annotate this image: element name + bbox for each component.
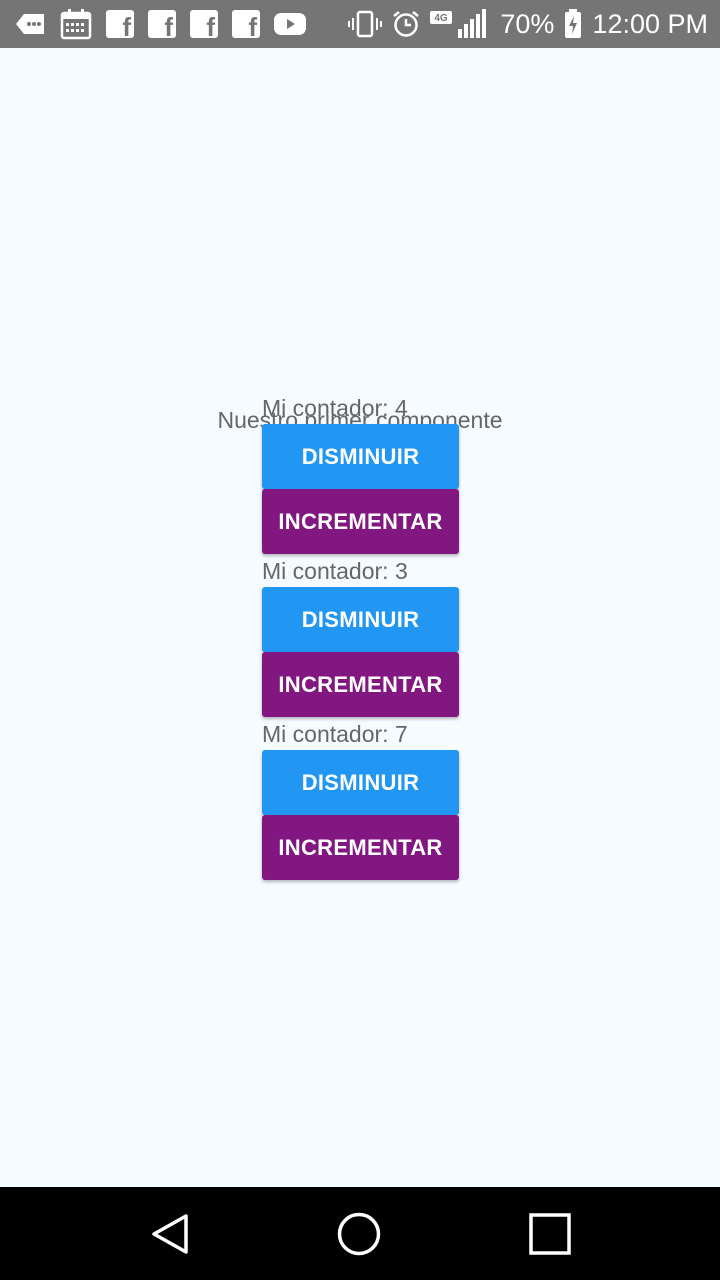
home-icon	[337, 1212, 381, 1256]
counter-label: Mi contador: 4	[262, 395, 408, 421]
navigation-bar	[0, 1187, 720, 1280]
recents-button[interactable]	[525, 1209, 575, 1259]
back-icon	[152, 1214, 188, 1254]
back-button[interactable]	[145, 1209, 195, 1259]
facebook-icon: f	[148, 10, 176, 40]
battery-percent: 70%	[500, 8, 555, 39]
clock: 12:00 PM	[592, 8, 708, 39]
recents-icon	[529, 1213, 571, 1255]
counter-component: Mi contador: 7 DISMINUIR INCREMENTAR	[262, 718, 459, 880]
decrement-button[interactable]: DISMINUIR	[262, 750, 459, 815]
facebook-icon: f	[190, 10, 218, 40]
decrement-button[interactable]: DISMINUIR	[262, 424, 459, 489]
increment-button[interactable]: INCREMENTAR	[262, 815, 459, 880]
notification-icons: f f f f	[16, 8, 306, 40]
battery-charging-icon	[564, 9, 582, 39]
counter-label: Mi contador: 3	[262, 558, 408, 584]
facebook-icon: f	[106, 10, 134, 40]
app-content: Nuestro primer componente Mi contador: 4…	[0, 48, 720, 1187]
increment-button[interactable]: INCREMENTAR	[262, 489, 459, 554]
messages-icon	[16, 12, 46, 36]
counter-component: Mi contador: 3 DISMINUIR INCREMENTAR	[262, 555, 459, 717]
youtube-icon	[274, 12, 306, 36]
home-button[interactable]	[334, 1209, 384, 1259]
system-icons: 4G 70% 12:00 PM	[348, 9, 708, 40]
facebook-icon: f	[232, 10, 260, 40]
counter-component: Mi contador: 4 DISMINUIR INCREMENTAR	[262, 392, 459, 554]
signal-icon: 4G	[430, 9, 490, 39]
alarm-icon	[392, 10, 420, 38]
calendar-icon	[60, 8, 92, 40]
counter-label: Mi contador: 7	[262, 721, 408, 747]
status-bar: f f f f 4G 70% 12:00 PM	[0, 0, 720, 48]
decrement-button[interactable]: DISMINUIR	[262, 587, 459, 652]
vibrate-icon	[348, 10, 383, 38]
increment-button[interactable]: INCREMENTAR	[262, 652, 459, 717]
network-type-label: 4G	[435, 13, 449, 24]
